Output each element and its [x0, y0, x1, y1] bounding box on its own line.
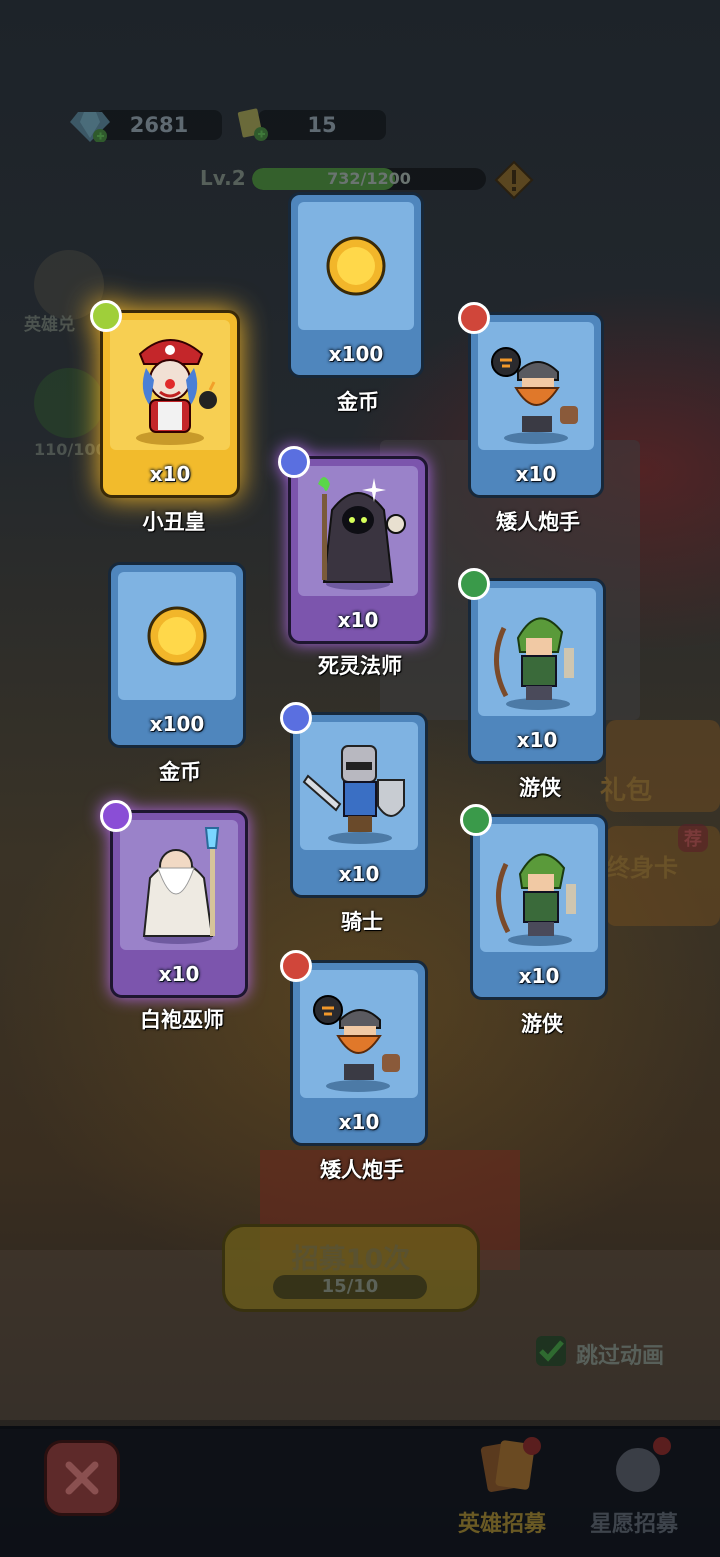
warning-icon[interactable]: [494, 160, 534, 200]
skull-icon: [90, 300, 122, 332]
reward-card-dwarf-gunner[interactable]: x10: [280, 950, 428, 1146]
gold-coin-icon: [147, 606, 207, 666]
reward-card-white-wizard[interactable]: x10: [100, 800, 248, 998]
lifetime-card-offer: 终身卡 荐: [606, 824, 720, 926]
swirl-icon: [278, 446, 310, 478]
recruit-cost: 15/10: [321, 1276, 379, 1297]
card-name: 游侠: [521, 1012, 563, 1036]
dwarf-gunner-portrait: [313, 995, 400, 1092]
ticket-counter: 15: [258, 110, 386, 140]
lifetime-card-label: 终身卡: [606, 854, 678, 882]
star-recruit-tab-icon: [616, 1437, 671, 1492]
card-name: 游侠: [519, 776, 561, 800]
reward-card-gold-coin[interactable]: x100: [108, 562, 246, 748]
card-name: 矮人炮手: [496, 510, 580, 534]
gem-count: 2681: [129, 113, 189, 137]
dwarf-gunner-portrait: [491, 347, 578, 444]
tab-hero-recruit[interactable]: 英雄招募: [458, 1506, 546, 1538]
bow-icon: [458, 568, 490, 600]
reward-card-knight[interactable]: x10: [280, 702, 428, 898]
gem-counter: 2681: [96, 110, 222, 140]
card-quantity: x10: [158, 962, 200, 986]
card-quantity: x100: [328, 342, 384, 366]
close-icon: [65, 1461, 99, 1495]
card-name: 白袍巫师: [140, 1008, 224, 1032]
stamina-value: 110/100: [34, 440, 107, 459]
card-name: 小丑皇: [142, 510, 206, 534]
card-quantity: x10: [149, 462, 191, 486]
card-quantity: x10: [518, 964, 560, 988]
skip-animation-label: 跳过动画: [576, 1344, 665, 1369]
card-name: 金币: [159, 760, 201, 784]
hero-recruit-tab-icon: [480, 1437, 541, 1492]
gem-icon[interactable]: [70, 108, 110, 142]
ranger-portrait: [495, 853, 576, 946]
card-quantity: x10: [515, 462, 557, 486]
hero-exchange-label: 英雄兑: [24, 315, 75, 335]
necromancer-portrait: [318, 477, 406, 590]
card-name: 矮人炮手: [320, 1158, 404, 1182]
recruit-10-button[interactable]: 招募10次 15/10: [222, 1224, 480, 1312]
checkmark-icon: [539, 1340, 564, 1362]
card-quantity: x10: [337, 608, 379, 632]
reward-card-ranger[interactable]: x10: [458, 568, 606, 764]
card-name: 金币: [337, 390, 379, 414]
ranger-portrait: [493, 617, 574, 710]
recruit-10-label: 招募10次: [291, 1244, 411, 1275]
skip-animation-checkbox[interactable]: [536, 1336, 566, 1366]
recruit-cost-bar: 15/10: [273, 1275, 427, 1299]
card-name: 死灵法师: [318, 654, 402, 678]
card-quantity: x10: [516, 728, 558, 752]
reward-card-dwarf-gunner[interactable]: x10: [458, 302, 604, 498]
card-quantity: x10: [338, 1110, 380, 1134]
bow-icon: [460, 804, 492, 836]
level-label: Lv.2: [200, 166, 246, 190]
reward-card-clown-king[interactable]: x10: [90, 300, 240, 498]
close-button[interactable]: [44, 1440, 120, 1516]
knight-portrait: [302, 745, 405, 844]
tab-star-recruit[interactable]: 星愿招募: [590, 1506, 678, 1538]
clown-king-portrait: [136, 339, 217, 445]
card-quantity: x10: [338, 862, 380, 886]
ticket-icon[interactable]: [234, 106, 270, 142]
card-name: 骑士: [341, 910, 383, 934]
paw-icon: [280, 702, 312, 734]
white-wizard-portrait: [142, 827, 220, 944]
level-progress-bar: 732/1200: [252, 168, 486, 190]
card-quantity: x100: [149, 712, 205, 736]
recommend-badge: 荐: [678, 824, 708, 852]
gold-coin-icon: [326, 236, 386, 296]
stamina-icon[interactable]: [34, 368, 104, 438]
sword-icon: [280, 950, 312, 982]
level-progress-text: 732/1200: [327, 169, 411, 188]
sword-icon: [458, 302, 490, 334]
reward-card-necromancer[interactable]: x10: [278, 446, 428, 644]
reward-card-gold-coin[interactable]: x100: [288, 192, 424, 378]
staff-icon: [100, 800, 132, 832]
reward-card-ranger[interactable]: x10: [460, 804, 608, 1000]
ticket-count: 15: [307, 113, 337, 137]
